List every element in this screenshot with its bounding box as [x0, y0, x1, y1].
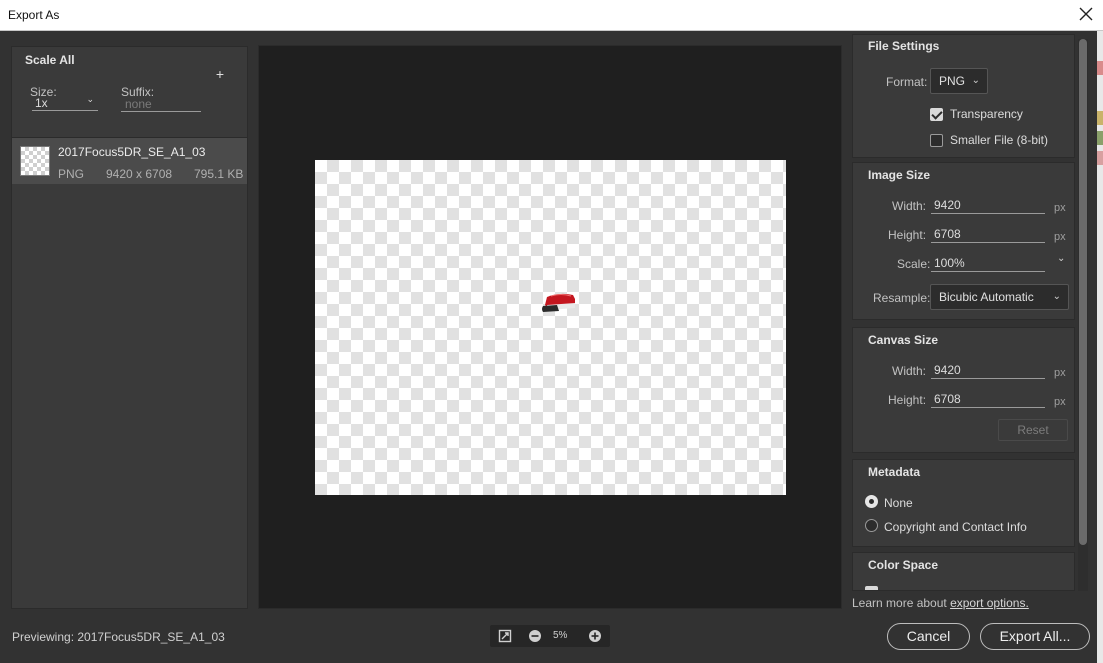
title-bar: Export As — [0, 0, 1103, 31]
asset-format: PNG — [58, 167, 85, 181]
dialog-title: Export As — [8, 8, 60, 22]
canvas-size-title: Canvas Size — [868, 333, 939, 347]
resample-value: Bicubic Automatic — [939, 290, 1034, 304]
cancel-button[interactable]: Cancel — [887, 623, 970, 650]
canvas-width-label: Width: — [892, 364, 927, 378]
export-dialog: Scale All Size: 1x ⌄ Suffix: none + 2017… — [0, 31, 1103, 663]
preview-area — [258, 45, 842, 609]
canvas-height-input[interactable]: 6708 — [931, 392, 1045, 408]
format-label: Format: — [886, 75, 928, 89]
image-size-title: Image Size — [868, 168, 931, 182]
settings-scrollbar[interactable] — [1078, 39, 1088, 591]
file-settings-title: File Settings — [868, 39, 940, 53]
size-value: 1x — [35, 96, 48, 110]
scale-label: Scale: — [897, 257, 931, 271]
metadata-none-radio[interactable] — [865, 495, 878, 508]
suffix-input[interactable]: none — [121, 96, 201, 112]
asset-filesize: 795.1 KB — [194, 167, 244, 181]
smaller-file-checkbox[interactable] — [930, 134, 943, 147]
image-height-input[interactable]: 6708 — [931, 227, 1045, 243]
size-select[interactable]: 1x ⌄ — [32, 94, 98, 111]
resample-label: Resample: — [873, 291, 931, 305]
color-space-title: Color Space — [868, 558, 939, 572]
export-all-button[interactable]: Export All... — [980, 623, 1090, 650]
preview-canvas — [315, 160, 786, 495]
learn-more-text: Learn more about export options. — [852, 596, 1029, 610]
reset-button[interactable]: Reset — [998, 419, 1068, 441]
edge-swatch — [1097, 111, 1103, 125]
file-settings-section: File Settings Format: PNG ⌄ Transparency… — [852, 34, 1075, 158]
chevron-down-icon: ⌄ — [971, 75, 980, 86]
chevron-down-icon: ⌄ — [86, 94, 94, 104]
canvas-height-value: 6708 — [934, 392, 961, 406]
transparency-label: Transparency — [950, 107, 1023, 121]
canvas-width-input[interactable]: 9420 — [931, 363, 1045, 379]
suffix-placeholder: none — [125, 97, 152, 111]
image-width-unit: px — [1054, 202, 1066, 214]
edge-swatch — [1097, 131, 1103, 145]
image-height-value: 6708 — [934, 227, 961, 241]
metadata-copyright-radio[interactable] — [865, 519, 878, 532]
fit-to-view-icon[interactable] — [498, 629, 512, 643]
image-height-label: Height: — [888, 228, 927, 242]
scrollbar-thumb[interactable] — [1079, 39, 1087, 545]
product-image — [542, 293, 575, 312]
canvas-height-label: Height: — [888, 393, 927, 407]
transparency-checkbox[interactable] — [930, 108, 943, 121]
color-space-section: Color Space — [852, 552, 1075, 591]
image-height-unit: px — [1054, 231, 1066, 243]
canvas-width-value: 9420 — [934, 363, 961, 377]
zoom-level: 5% — [553, 630, 568, 641]
add-scale-button[interactable]: + — [213, 67, 227, 81]
learn-more-prefix: Learn more about — [852, 596, 951, 610]
smaller-file-label: Smaller File (8-bit) — [950, 133, 1049, 147]
zoom-in-icon[interactable] — [588, 629, 602, 643]
previewing-label: Previewing: 2017Focus5DR_SE_A1_03 — [12, 630, 225, 644]
metadata-copyright-label: Copyright and Contact Info — [884, 520, 1027, 534]
asset-list: 2017Focus5DR_SE_A1_03 PNG 9420 x 6708 79… — [11, 137, 248, 609]
canvas-width-unit: px — [1054, 367, 1066, 379]
scale-dropdown-chevron-icon[interactable]: ⌄ — [1057, 253, 1065, 264]
image-width-value: 9420 — [934, 198, 961, 212]
zoom-controls: 5% — [490, 625, 610, 647]
image-width-input[interactable]: 9420 — [931, 198, 1045, 214]
background-window-edge — [1097, 31, 1103, 663]
scale-input[interactable]: 100% — [931, 256, 1045, 272]
zoom-out-icon[interactable] — [528, 629, 542, 643]
scale-all-panel: Scale All Size: 1x ⌄ Suffix: none + — [11, 46, 248, 141]
edge-swatch — [1097, 61, 1103, 75]
close-icon[interactable] — [1078, 6, 1094, 22]
image-width-label: Width: — [892, 199, 927, 213]
resample-select[interactable]: Bicubic Automatic ⌄ — [930, 284, 1069, 310]
asset-thumbnail — [20, 146, 50, 176]
chevron-down-icon: ⌄ — [1052, 291, 1061, 302]
format-value: PNG — [939, 74, 966, 88]
scale-value: 100% — [934, 256, 965, 270]
edge-swatch — [1097, 151, 1103, 165]
metadata-none-label: None — [884, 496, 913, 510]
export-options-link[interactable]: export options. — [950, 596, 1029, 610]
canvas-height-unit: px — [1054, 396, 1066, 408]
image-size-section: Image Size Width: 9420 px Height: 6708 p… — [852, 162, 1075, 320]
asset-name: 2017Focus5DR_SE_A1_03 — [58, 145, 206, 159]
asset-list-item[interactable]: 2017Focus5DR_SE_A1_03 PNG 9420 x 6708 79… — [12, 138, 247, 184]
asset-dimensions: 9420 x 6708 — [106, 167, 173, 181]
color-space-checkbox[interactable] — [865, 586, 878, 590]
metadata-section: Metadata None Copyright and Contact Info — [852, 459, 1075, 547]
scale-all-title: Scale All — [25, 53, 75, 67]
format-select[interactable]: PNG ⌄ — [930, 68, 988, 94]
metadata-title: Metadata — [868, 465, 921, 479]
